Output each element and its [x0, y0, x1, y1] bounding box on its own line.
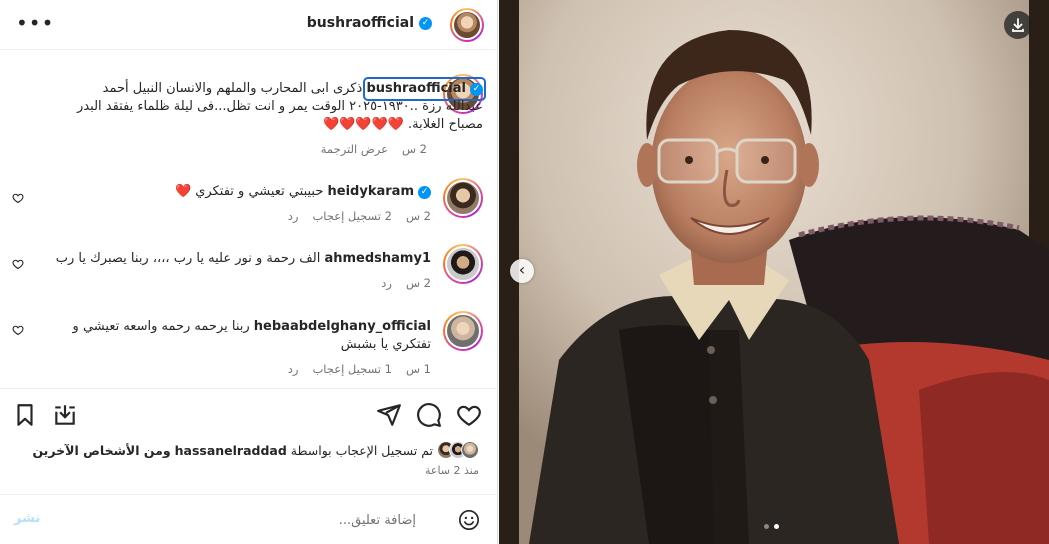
man-portrait-image — [499, 0, 1049, 544]
liked-by-others[interactable]: ومن الأشخاص الآخرين — [32, 443, 170, 458]
comment-item: hebaabdelghany_official ربنا يرحمه رحمه … — [61, 318, 431, 376]
caption-meta: 2 س عرض الترجمة — [73, 142, 427, 156]
comment-time: 1 س — [405, 362, 431, 376]
comment-username[interactable]: hebaabdelghany_official — [254, 318, 431, 336]
comment-reply-button[interactable]: رد — [288, 362, 299, 376]
bookmark-icon[interactable] — [12, 402, 38, 428]
carousel-indicator — [764, 524, 779, 529]
caption-username-text[interactable]: bushraofficial — [366, 80, 466, 98]
liked-by-text: تم تسجيل الإعجاب بواسطة hassanelraddad و… — [32, 443, 433, 458]
verified-badge-icon: ✓ — [419, 16, 432, 30]
caption: bushraofficial ✓ ذكرى ابى المحارب والمله… — [73, 77, 486, 156]
more-options-button[interactable]: ••• — [16, 13, 54, 33]
comment-meta: 2 س رد — [31, 276, 431, 290]
comment-username-text[interactable]: hebaabdelghany_official — [254, 318, 431, 336]
caption-username[interactable]: bushraofficial ✓ — [363, 77, 486, 101]
add-comment-bar: نشر — [0, 494, 498, 544]
comment-meta: 1 س 1 تسجيل إعجاب رد — [61, 362, 431, 376]
emoji-icon[interactable] — [458, 509, 480, 531]
carousel-dot-active — [774, 524, 779, 529]
post-time-ago[interactable]: منذ 2 ساعة — [425, 464, 479, 477]
liked-by-user[interactable]: hassanelraddad — [175, 443, 287, 458]
comment-username[interactable]: ahmedshamy1 — [324, 250, 431, 268]
caption-time: 2 س — [401, 142, 427, 156]
comment-meta: 2 س 2 تسجيل إعجاب رد — [31, 209, 431, 223]
carousel-dot — [764, 524, 769, 529]
download-save-icon[interactable] — [52, 402, 78, 428]
caption-hearts: ❤️❤️❤️❤️❤️ — [322, 117, 404, 132]
download-icon — [1012, 18, 1024, 32]
comment-text-block: heidykaram ✓ حبيبتي تعيشي و تفتكري ❤️ — [31, 183, 431, 201]
see-translation-link[interactable]: عرض الترجمة — [321, 142, 388, 156]
header-username-text[interactable]: bushraofficial — [307, 15, 414, 31]
comment-username-text[interactable]: ahmedshamy1 — [324, 250, 431, 268]
comment-like-heart-icon[interactable] — [12, 192, 24, 204]
comment-time: 2 س — [405, 276, 431, 290]
verified-badge-icon: ✓ — [470, 82, 483, 96]
liker-avatar — [461, 441, 479, 459]
comment-text: حبيبتي تعيشي و تفتكري ❤️ — [174, 184, 324, 199]
comment-avatar[interactable] — [443, 311, 483, 351]
post-photo[interactable] — [499, 0, 1049, 544]
verified-badge-icon: ✓ — [418, 185, 431, 199]
comment-reply-button[interactable]: رد — [381, 276, 392, 290]
comment-text-block: hebaabdelghany_official ربنا يرحمه رحمه … — [61, 318, 431, 354]
header-avatar[interactable] — [450, 8, 484, 42]
comment-likes-link[interactable]: 1 تسجيل إعجاب — [312, 362, 392, 376]
comment-avatar[interactable] — [443, 178, 483, 218]
heart-icon[interactable] — [456, 402, 482, 428]
header-username[interactable]: bushraofficial ✓ — [307, 15, 432, 31]
post-comments-panel: ••• bushraofficial ✓ bushraofficial ✓ ذك… — [0, 0, 498, 544]
comment-item: ahmedshamy1 الف رحمة و نور عليه يا رب ،،… — [31, 250, 431, 290]
send-icon[interactable] — [376, 402, 402, 428]
liked-by: تم تسجيل الإعجاب بواسطة hassanelraddad و… — [32, 441, 479, 459]
post-header: ••• bushraofficial ✓ — [0, 0, 498, 50]
liker-avatars[interactable] — [437, 441, 479, 459]
comment-username[interactable]: heidykaram ✓ — [328, 183, 431, 201]
caption-text-block: bushraofficial ✓ ذكرى ابى المحارب والمله… — [73, 77, 486, 134]
comment-text: الف رحمة و نور عليه يا رب ،،،، ربنا يصبر… — [55, 251, 321, 266]
add-comment-input[interactable] — [60, 507, 416, 533]
comment-avatar[interactable] — [443, 244, 483, 284]
comment-like-heart-icon[interactable] — [12, 258, 24, 270]
carousel-previous-chevron-left-icon[interactable]: ‹ — [510, 259, 534, 283]
comment-icon[interactable] — [416, 402, 442, 428]
post-comment-button[interactable]: نشر — [14, 511, 40, 526]
comment-username-text[interactable]: heidykaram — [328, 183, 414, 201]
action-bar — [0, 388, 498, 440]
comment-item: heidykaram ✓ حبيبتي تعيشي و تفتكري ❤️ 2 … — [31, 183, 431, 223]
comment-text-block: ahmedshamy1 الف رحمة و نور عليه يا رب ،،… — [31, 250, 431, 268]
comment-likes-link[interactable]: 2 تسجيل إعجاب — [312, 209, 392, 223]
liked-by-prefix: تم تسجيل الإعجاب بواسطة — [290, 442, 433, 458]
comment-time: 2 س — [405, 209, 431, 223]
comment-like-heart-icon[interactable] — [12, 324, 24, 336]
comment-reply-button[interactable]: رد — [288, 209, 299, 223]
download-image-button[interactable] — [1004, 11, 1032, 39]
